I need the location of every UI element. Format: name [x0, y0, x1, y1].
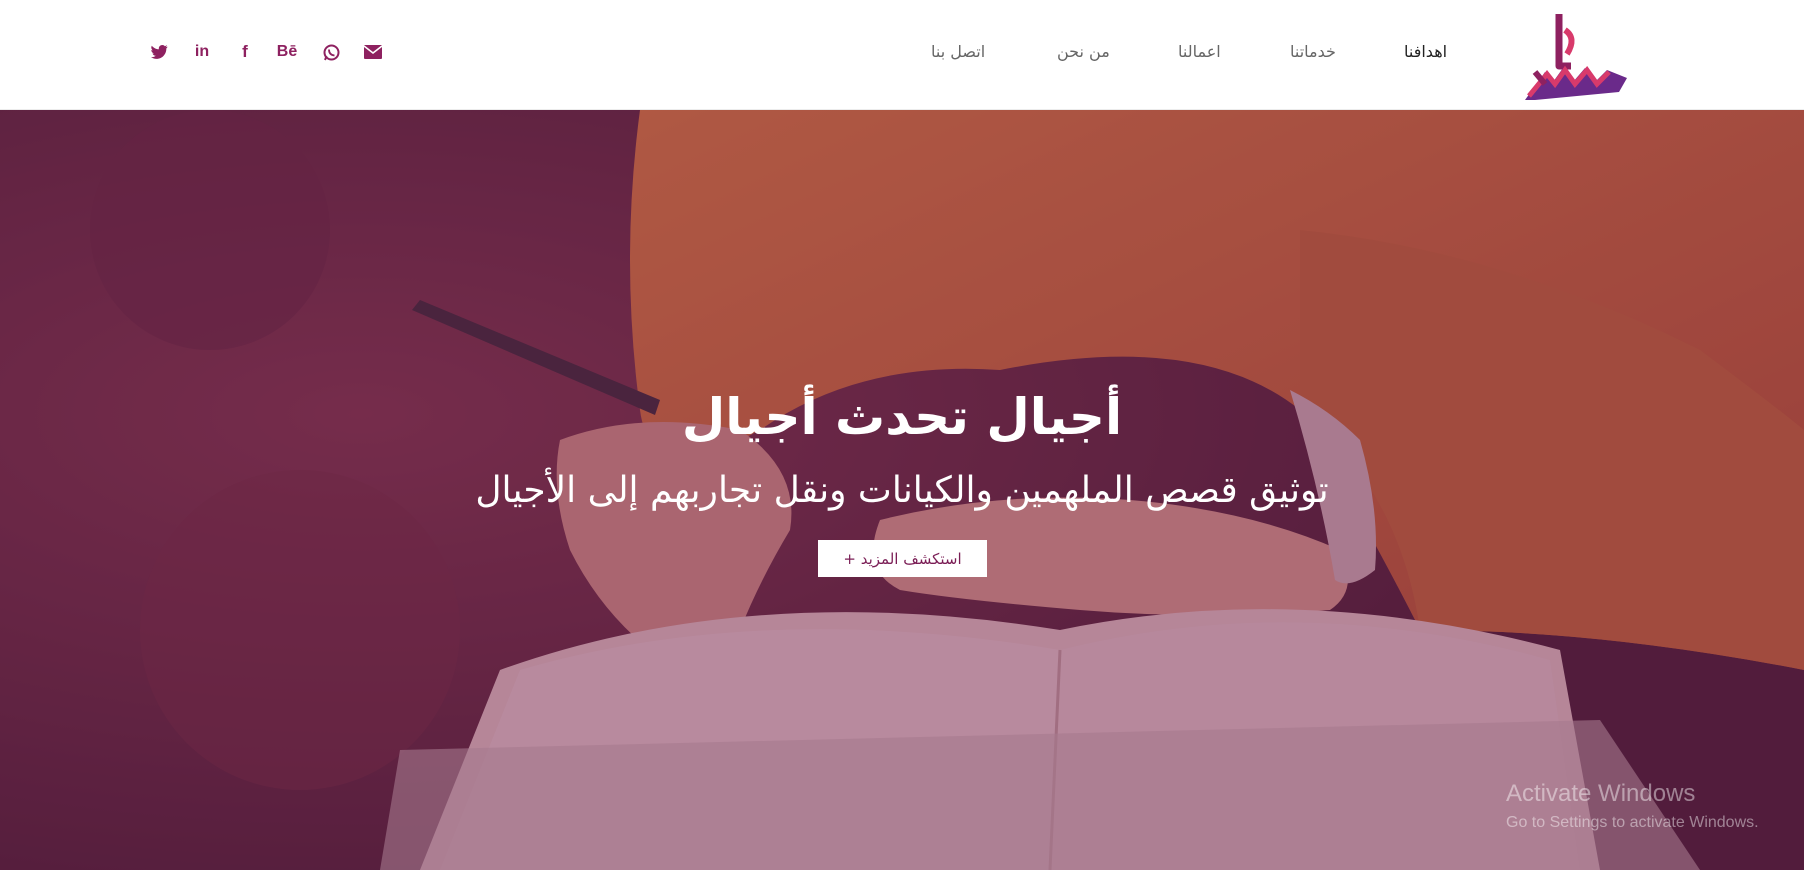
- explore-more-button[interactable]: استكشف المزيد +: [818, 540, 987, 577]
- hero-title: أجيال تحدث أجيال: [681, 388, 1123, 446]
- nav-item-goals[interactable]: اهدافنا: [1404, 42, 1447, 61]
- nav-item-services[interactable]: خدماتنا: [1290, 42, 1336, 61]
- nav-item-about[interactable]: من نحن: [1057, 42, 1110, 61]
- behance-icon[interactable]: Bē: [275, 40, 299, 64]
- twitter-icon[interactable]: [147, 40, 171, 64]
- whatsapp-icon[interactable]: [319, 40, 343, 64]
- watermark-line-1: Activate Windows: [1506, 780, 1696, 807]
- watermark-line-2: Go to Settings to activate Windows.: [1506, 814, 1759, 831]
- brand-logo-icon[interactable]: [1515, 8, 1635, 106]
- linkedin-icon[interactable]: in: [190, 40, 214, 64]
- nav-item-contact[interactable]: اتصل بنا: [931, 42, 985, 61]
- envelope-icon[interactable]: [361, 40, 385, 64]
- site-header: اهدافنا خدماتنا اعمالنا من نحن اتصل بنا …: [0, 0, 1804, 110]
- facebook-icon[interactable]: f: [233, 40, 257, 64]
- nav-item-works[interactable]: اعمالنا: [1178, 42, 1221, 61]
- hero-subtitle: توثيق قصص الملهمين والكيانات ونقل تجاربه…: [475, 470, 1329, 511]
- hero-section: أجيال تحدث أجيال توثيق قصص الملهمين والك…: [0, 110, 1804, 870]
- os-activation-watermark: Activate Windows Go to Settings to activ…: [1506, 780, 1759, 832]
